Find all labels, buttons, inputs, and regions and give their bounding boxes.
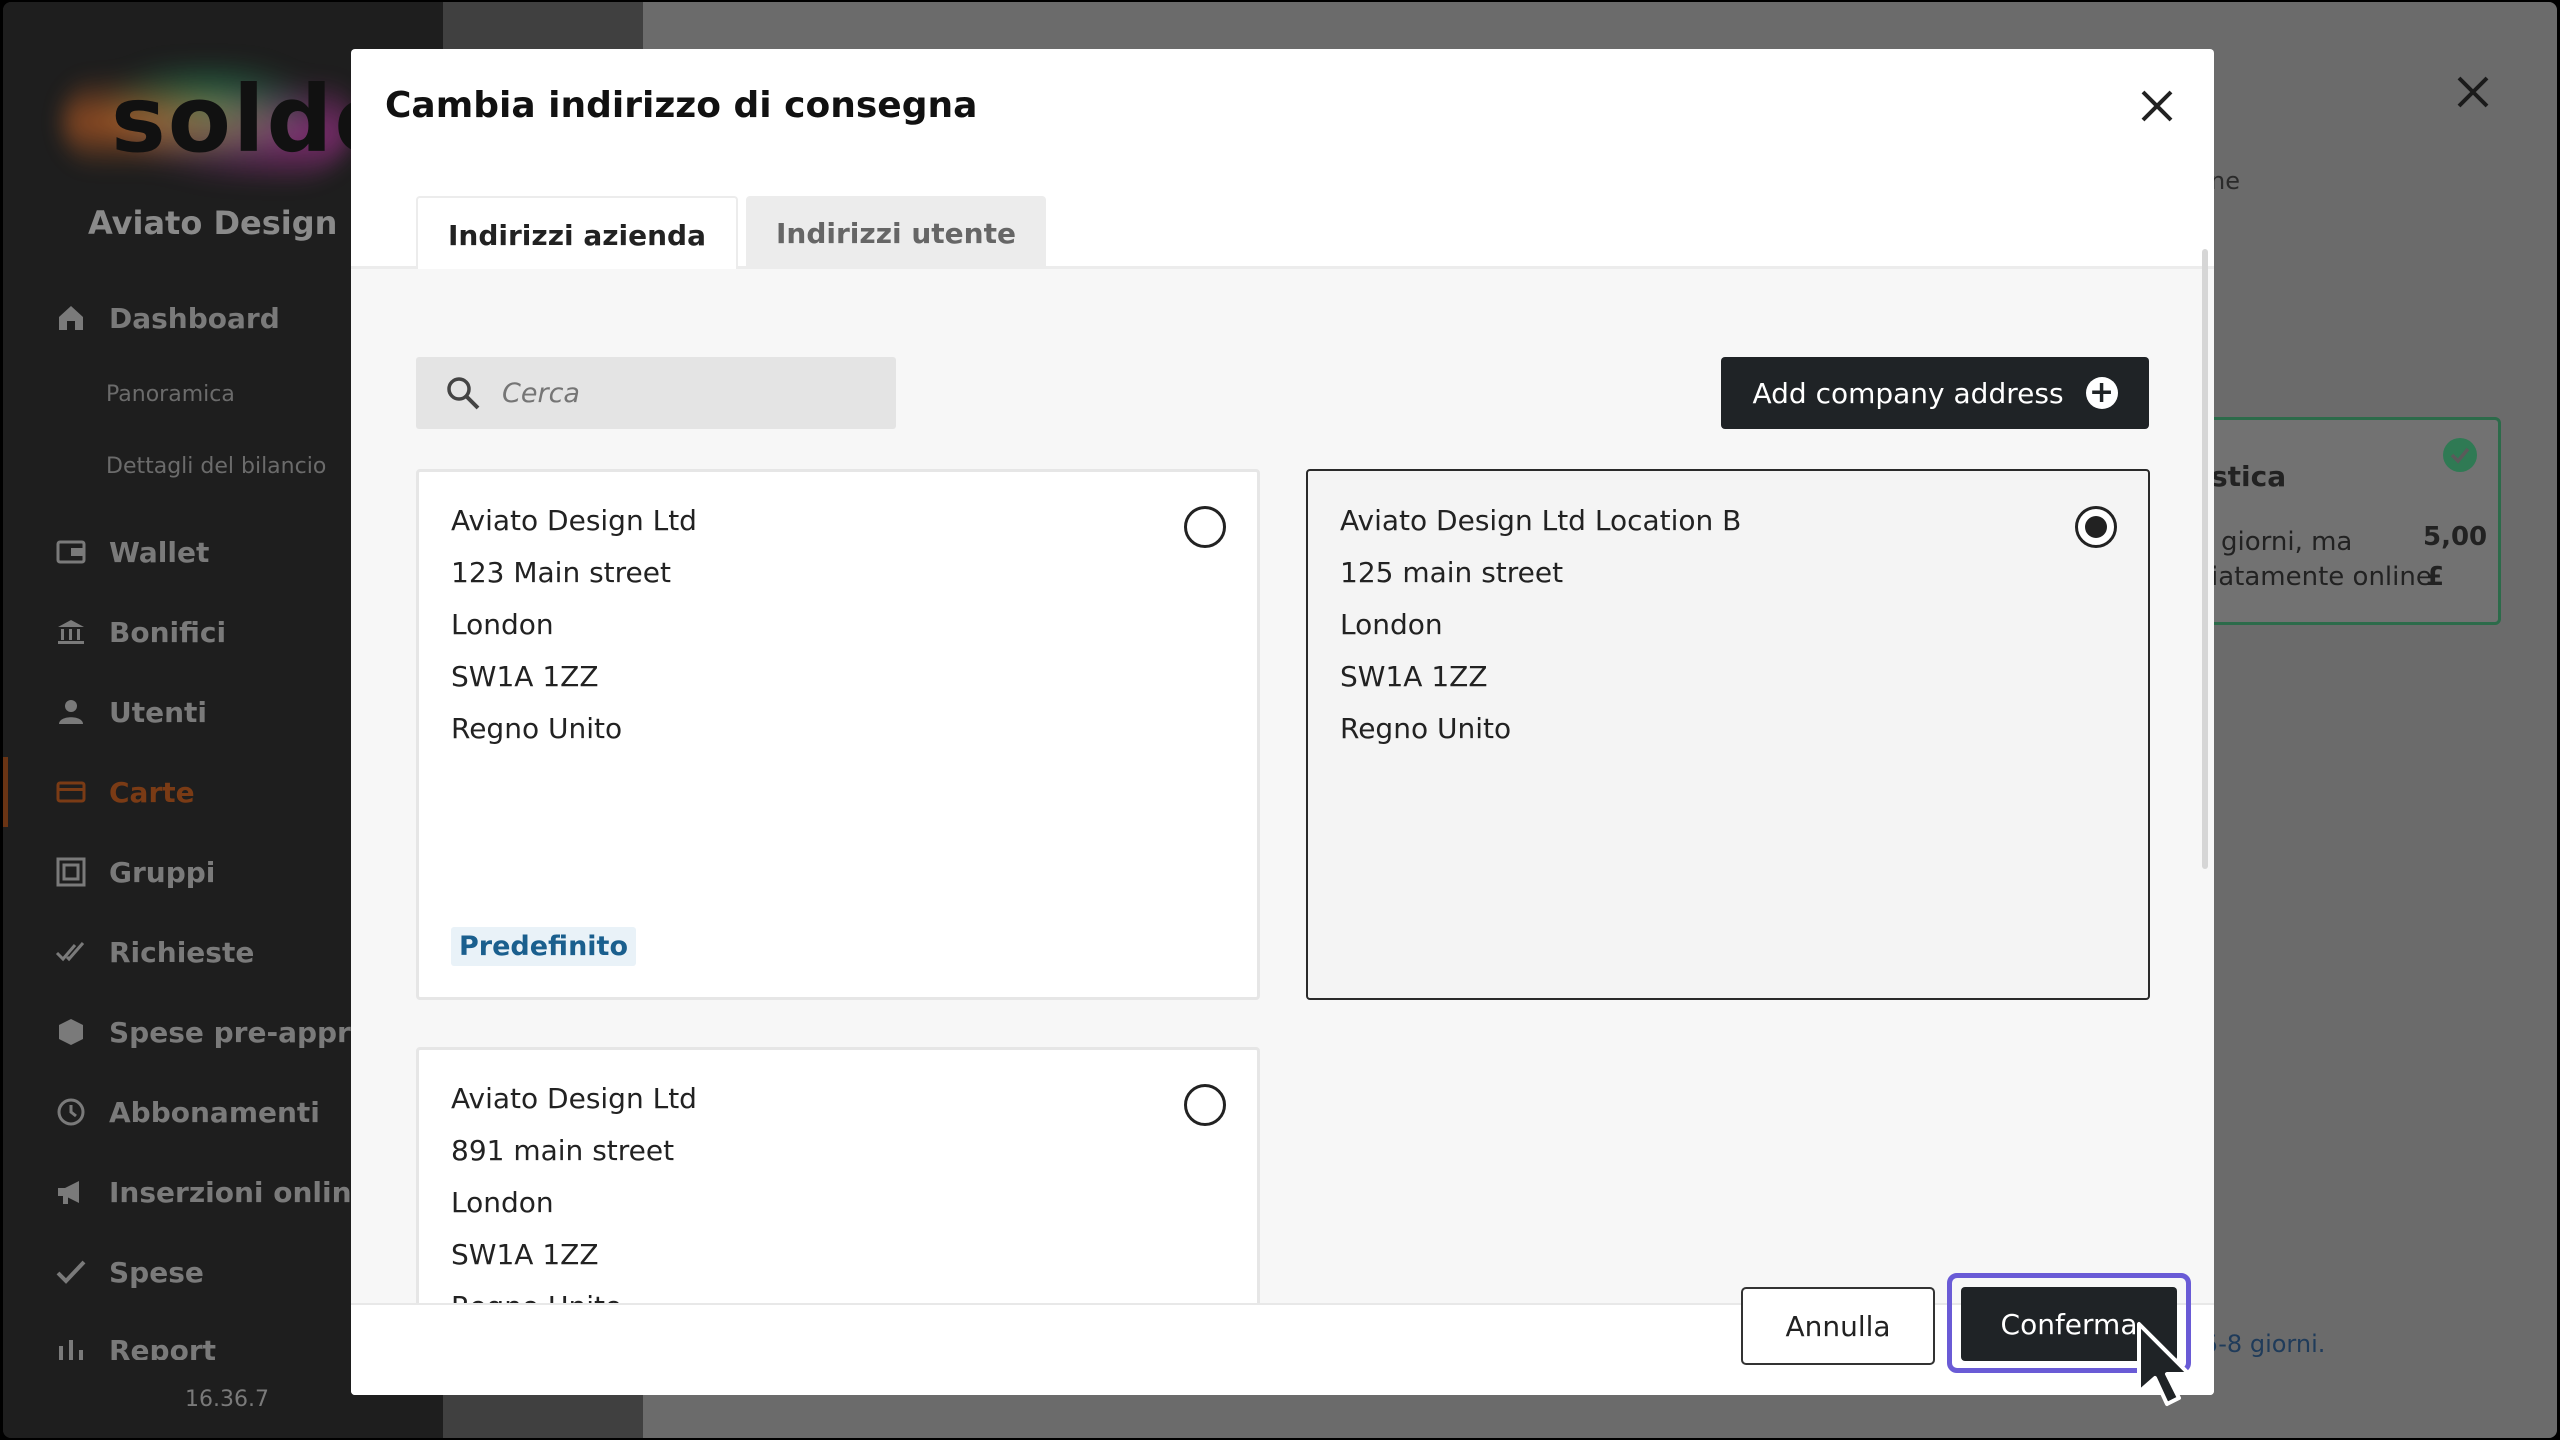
sidebar-item-label: Bonifici xyxy=(109,615,227,649)
sidebar-item-label: Utenti xyxy=(109,695,208,729)
tab-company-addresses[interactable]: Indirizzi azienda xyxy=(416,196,738,272)
add-button-label: Add company address xyxy=(1752,376,2064,410)
home-icon xyxy=(53,300,89,336)
app-version: 16.36.7 xyxy=(185,1387,269,1412)
app-window: soldo Aviato Design Ltd Dashboard Panora… xyxy=(3,2,2557,1438)
shipping-option-title: stica xyxy=(2211,460,2287,493)
mouse-cursor-icon xyxy=(2135,1320,2205,1410)
address-name: Aviato Design Ltd xyxy=(451,504,697,537)
address-postcode: SW1A 1ZZ xyxy=(1340,660,1488,693)
address-radio[interactable] xyxy=(1184,1084,1226,1126)
sidebar-item-carte[interactable]: Carte xyxy=(53,774,195,810)
address-city: London xyxy=(451,608,554,641)
search-input[interactable] xyxy=(500,376,884,410)
sidebar-item-label: Gruppi xyxy=(109,855,216,889)
plus-icon: + xyxy=(2085,377,2118,409)
shipping-option-desc: giorni, ma xyxy=(2221,527,2353,557)
address-country: Regno Unito xyxy=(1340,712,1512,745)
change-address-dialog: Cambia indirizzo di consegna Indirizzi a… xyxy=(351,49,2214,1395)
background-text: ne xyxy=(2210,167,2240,195)
address-name: Aviato Design Ltd Location B xyxy=(1340,504,1742,537)
sidebar-item-label: Abbonamenti xyxy=(109,1095,320,1129)
shipping-option-currency: £ xyxy=(2426,562,2445,592)
sidebar-item-label: Dashboard xyxy=(109,301,280,335)
shield-icon xyxy=(53,1014,89,1050)
sidebar-item-utenti[interactable]: Utenti xyxy=(53,694,207,730)
group-icon xyxy=(53,854,89,890)
address-list-panel: Add company address + Aviato Design Ltd … xyxy=(351,269,2214,1303)
cancel-button[interactable]: Annulla xyxy=(1741,1287,1935,1365)
wallet-icon xyxy=(53,534,89,570)
megaphone-icon xyxy=(53,1174,89,1210)
address-card[interactable]: Aviato Design Ltd 123 Main street London… xyxy=(416,469,1260,1000)
shipping-option-desc: iatamente online xyxy=(2211,562,2432,592)
sidebar-item-wallet[interactable]: Wallet xyxy=(53,534,209,570)
sidebar-item-dashboard[interactable]: Dashboard xyxy=(53,300,280,336)
sidebar-item-inserzioni-online[interactable]: Inserzioni online xyxy=(53,1174,371,1210)
address-street: 123 Main street xyxy=(451,556,671,589)
sidebar-subitem-panoramica[interactable]: Panoramica xyxy=(106,382,235,407)
sidebar-item-report[interactable]: Report xyxy=(53,1334,216,1360)
user-icon xyxy=(53,694,89,730)
check-circle-icon xyxy=(2443,438,2477,472)
sidebar-item-richieste[interactable]: Richieste xyxy=(53,934,254,970)
address-city: London xyxy=(1340,608,1443,641)
address-radio-selected[interactable] xyxy=(2075,506,2117,548)
address-radio[interactable] xyxy=(1184,506,1226,548)
check-icon xyxy=(53,1254,89,1290)
sidebar-item-label: Carte xyxy=(109,775,195,809)
sidebar-item-label: Wallet xyxy=(109,535,210,569)
check-double-icon xyxy=(53,934,89,970)
address-card[interactable]: Aviato Design Ltd 891 main street London… xyxy=(416,1047,1260,1303)
address-country: Regno Unito xyxy=(451,1290,622,1303)
scrollbar[interactable] xyxy=(2202,249,2208,869)
add-company-address-button[interactable]: Add company address + xyxy=(1721,357,2149,429)
address-card-selected[interactable]: Aviato Design Ltd Location B 125 main st… xyxy=(1306,469,2150,1000)
active-indicator xyxy=(3,757,8,827)
sidebar-item-spese[interactable]: Spese xyxy=(53,1254,204,1290)
sidebar-item-gruppi[interactable]: Gruppi xyxy=(53,854,215,890)
background-link[interactable]: 5-8 giorni. xyxy=(2203,1330,2325,1358)
search-box[interactable] xyxy=(416,357,896,429)
close-icon[interactable] xyxy=(2443,62,2503,122)
tab-user-addresses[interactable]: Indirizzi utente xyxy=(746,196,1046,270)
search-icon xyxy=(444,374,482,412)
address-name: Aviato Design Ltd xyxy=(451,1082,697,1115)
address-street: 125 main street xyxy=(1340,556,1564,589)
close-icon[interactable] xyxy=(2134,83,2180,129)
sidebar-item-abbonamenti[interactable]: Abbonamenti xyxy=(53,1094,320,1130)
sidebar-item-label: Spese xyxy=(109,1255,204,1289)
dialog-title: Cambia indirizzo di consegna xyxy=(385,85,978,126)
logo: soldo xyxy=(63,52,398,192)
sidebar-item-bonifici[interactable]: Bonifici xyxy=(53,614,226,650)
sidebar-item-label: Report xyxy=(109,1334,217,1360)
address-tabs: Indirizzi azienda Indirizzi utente xyxy=(416,196,1046,272)
chart-icon xyxy=(53,1334,89,1360)
address-street: 891 main street xyxy=(451,1134,675,1167)
default-badge: Predefinito xyxy=(451,927,637,966)
shipping-option-price: 5,00 xyxy=(2423,522,2488,552)
card-icon xyxy=(53,774,89,810)
address-country: Regno Unito xyxy=(451,712,623,745)
address-postcode: SW1A 1ZZ xyxy=(451,1238,599,1271)
address-postcode: SW1A 1ZZ xyxy=(451,660,599,693)
clock-icon xyxy=(53,1094,89,1130)
sidebar-item-label: Inserzioni online xyxy=(109,1175,371,1209)
address-city: London xyxy=(451,1186,554,1219)
sidebar-item-label: Richieste xyxy=(109,935,255,969)
bank-icon xyxy=(53,614,89,650)
sidebar-subitem-dettagli[interactable]: Dettagli del bilancio xyxy=(106,454,326,479)
